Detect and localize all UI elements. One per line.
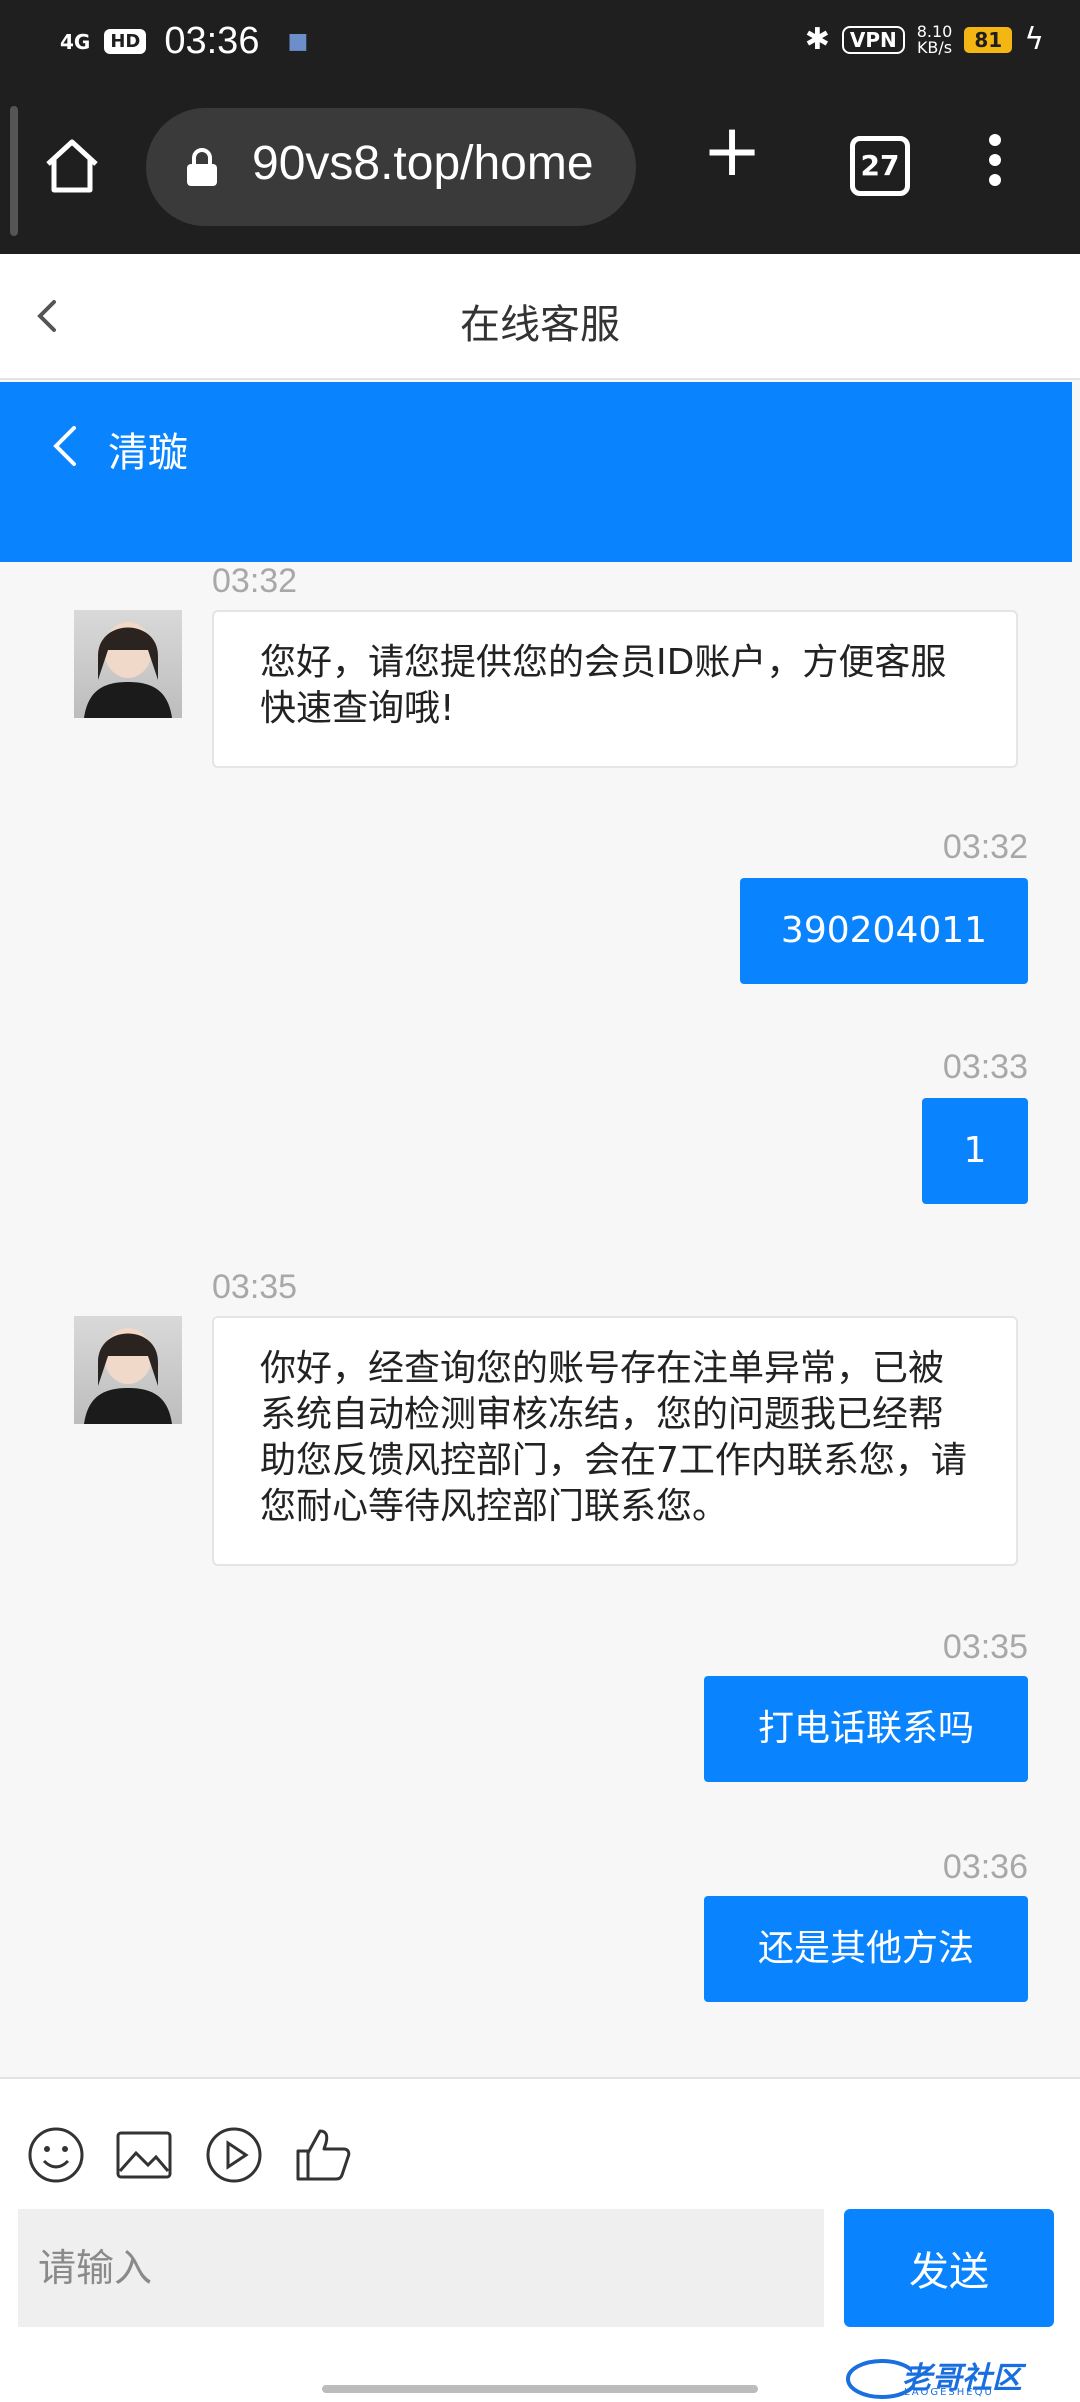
composer: 发送 老哥社区 LAOGESHEQU xyxy=(0,2077,1080,2402)
watermark-logo: 老哥社区 LAOGESHEQU xyxy=(842,2351,1062,2401)
avatar xyxy=(74,610,182,718)
incoming-message: 你好，经查询您的账号存在注单异常，已被系统自动检测审核冻结，您的问题我已经帮助您… xyxy=(212,1316,1018,1566)
outgoing-message: 打电话联系吗 xyxy=(704,1676,1028,1782)
browser-toolbar: 90vs8.top/home + 27 xyxy=(0,84,1080,254)
address-bar[interactable]: 90vs8.top/home xyxy=(146,108,636,226)
lock-icon xyxy=(187,148,217,186)
edge-handle[interactable] xyxy=(10,106,18,236)
outgoing-message: 1 xyxy=(922,1098,1028,1204)
message-list[interactable]: 03:32 您好，请您提供您的会员ID账户，方便客服快速查询哦! 03:32 3… xyxy=(0,562,1080,2077)
outgoing-message: 还是其他方法 xyxy=(704,1896,1028,2002)
vpn-badge: VPN xyxy=(841,25,905,54)
home-icon[interactable] xyxy=(40,134,104,198)
plus-icon[interactable]: + xyxy=(700,114,764,186)
message-time: 03:35 xyxy=(942,1628,1028,1666)
message-time: 03:36 xyxy=(942,1848,1028,1886)
speed-unit: KB/s xyxy=(916,37,953,57)
send-button[interactable]: 发送 xyxy=(844,2209,1054,2327)
page-title: 在线客服 xyxy=(460,302,620,348)
more-vertical-icon[interactable] xyxy=(980,134,1010,194)
avatar xyxy=(74,1316,182,1424)
chat-back-icon[interactable] xyxy=(48,422,82,470)
network-indicator: 4G xyxy=(60,29,91,54)
status-bar: 4G HD 03:36 ■ ✱ VPN 8.10 KB/s 81 ϟ xyxy=(0,0,1080,84)
page-header: 在线客服 xyxy=(0,254,1080,380)
bluetooth-icon: ✱ xyxy=(804,22,830,57)
video-icon[interactable] xyxy=(202,2123,266,2187)
message-input[interactable] xyxy=(18,2209,824,2327)
agent-name: 清璇 xyxy=(108,430,188,476)
message-time: 03:35 xyxy=(212,1268,298,1306)
home-indicator[interactable] xyxy=(322,2385,758,2393)
message-time: 03:32 xyxy=(212,562,298,600)
hd-badge: HD xyxy=(104,29,147,54)
thumbs-up-icon[interactable] xyxy=(292,2123,356,2187)
chat-header: 清璇 xyxy=(0,382,1072,562)
image-icon[interactable] xyxy=(112,2123,176,2187)
tab-count-button[interactable]: 27 xyxy=(850,136,910,196)
outgoing-message: 390204011 xyxy=(740,878,1028,984)
network-speed: 8.10 KB/s xyxy=(916,23,953,57)
battery-level: 81 xyxy=(964,26,1013,53)
emoji-icon[interactable] xyxy=(24,2123,88,2187)
message-time: 03:33 xyxy=(942,1048,1028,1086)
incoming-message: 您好，请您提供您的会员ID账户，方便客服快速查询哦! xyxy=(212,610,1018,768)
message-time: 03:32 xyxy=(942,828,1028,866)
notification-icon: ■ xyxy=(287,29,309,54)
url-text: 90vs8.top/home xyxy=(252,137,594,190)
watermark-subtext: LAOGESHEQU xyxy=(904,2387,994,2398)
bolt-icon: ϟ xyxy=(1024,22,1044,57)
status-time: 03:36 xyxy=(164,20,260,62)
